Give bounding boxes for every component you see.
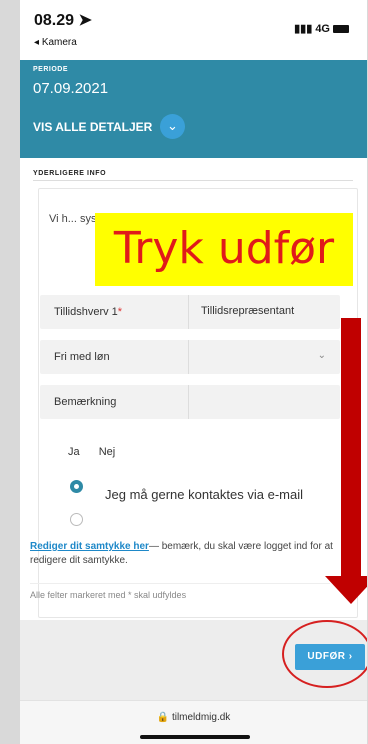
phone-screen: 08.29 ➤ ◂ Kamera ▮▮▮ 4G PERIODE 07.09.20…: [20, 0, 367, 744]
radio-yes-label: Ja: [68, 446, 80, 458]
field-label: Fri med løn: [54, 351, 110, 363]
url-bar[interactable]: 🔒 tilmeldmig.dk: [20, 712, 367, 723]
field-tillidshverv[interactable]: Tillidshverv 1* Tillidsrepræsentant: [40, 295, 340, 329]
field-label: Tillidshverv 1*: [54, 306, 123, 318]
home-indicator[interactable]: [140, 735, 250, 739]
annotation-banner: Tryk udfør: [95, 213, 353, 286]
periode-label: PERIODE: [33, 66, 69, 73]
field-label: Bemærkning: [54, 396, 117, 408]
show-details-button[interactable]: VIS ALLE DETALJER: [33, 120, 152, 134]
field-value[interactable]: Tillidsrepræsentant: [188, 295, 340, 329]
field-bemaerkning[interactable]: Bemærkning: [40, 385, 340, 419]
section-title: YDERLIGERE INFO: [33, 170, 107, 177]
field-select[interactable]: ⌄: [188, 340, 340, 374]
field-fri-med-loen[interactable]: Fri med løn ⌄: [40, 340, 340, 374]
chevron-down-icon[interactable]: ⌄: [160, 114, 185, 139]
consent-text: Rediger dit samtykke her— bemærk, du ska…: [30, 541, 333, 566]
clock: 08.29 ➤: [34, 12, 92, 29]
annotation-text: Tryk udfør: [113, 223, 335, 274]
arrow-head-icon: [325, 576, 367, 604]
signal-indicator: ▮▮▮ 4G: [294, 22, 349, 35]
browser-bottom-bar: 🔒 tilmeldmig.dk: [20, 700, 367, 744]
periode-value: 07.09.2021: [33, 80, 109, 97]
email-consent-label: Jeg må gerne kontaktes via e-mail: [105, 487, 303, 502]
battery-icon: [333, 25, 349, 34]
remark-input[interactable]: [188, 385, 340, 419]
annotation-circle: [282, 620, 367, 688]
edit-consent-link[interactable]: Rediger dit samtykke her: [30, 541, 149, 552]
form-divider: [30, 583, 330, 584]
radio-no-label: Nej: [98, 446, 116, 458]
chevron-down-icon: ⌄: [317, 350, 326, 361]
required-note: Alle felter markeret med * skal udfyldes: [30, 590, 187, 600]
status-bar: 08.29 ➤ ◂ Kamera ▮▮▮ 4G: [20, 0, 367, 60]
radio-yes[interactable]: [70, 480, 83, 493]
period-header: PERIODE 07.09.2021 VIS ALLE DETALJER ⌄: [20, 60, 367, 158]
back-to-app[interactable]: ◂ Kamera: [34, 37, 77, 48]
annotation-arrow: [341, 318, 361, 580]
radio-no[interactable]: [70, 513, 83, 526]
section-divider: [33, 180, 353, 181]
radio-header: Ja Nej: [68, 446, 131, 458]
